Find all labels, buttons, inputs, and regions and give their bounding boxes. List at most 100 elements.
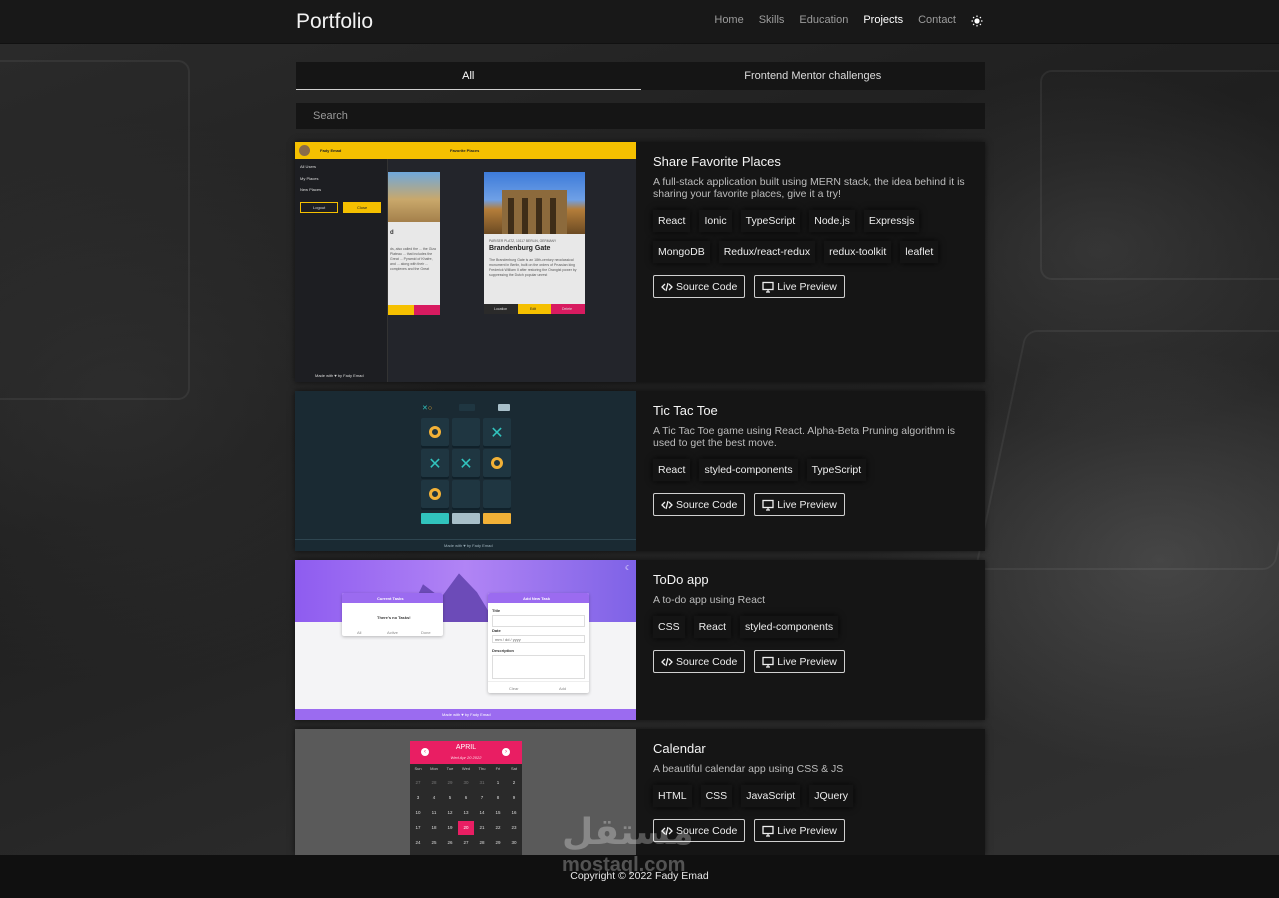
calendar-day[interactable]: 29 [490, 836, 506, 850]
calendar-weekday: Thu [478, 766, 486, 771]
calendar-day[interactable]: 30 [458, 776, 474, 790]
tag: Ionic [699, 210, 732, 232]
calendar-day[interactable]: 14 [474, 806, 490, 820]
nav-link-education[interactable]: Education [799, 14, 848, 26]
tic-tac-toe-cell[interactable] [483, 480, 511, 508]
calendar-day[interactable]: 2 [506, 776, 522, 790]
calendar-day[interactable]: 23 [506, 821, 522, 835]
calendar-day[interactable]: 25 [426, 836, 442, 850]
search-input[interactable] [296, 103, 985, 129]
tic-tac-toe-cell[interactable] [421, 480, 449, 508]
project-description: A Tic Tac Toe game using React. Alpha-Be… [653, 425, 955, 449]
tag: React [653, 459, 691, 481]
calendar-day[interactable]: 28 [474, 836, 490, 850]
thumb-add-task: Add New Task [523, 596, 551, 601]
tag: leaflet [900, 241, 939, 263]
calendar-month: APRIL [455, 744, 477, 751]
calendar-day[interactable]: 5 [442, 791, 458, 805]
thumb-date-placeholder: mm / dd / yyyy [495, 637, 521, 642]
thumb-footer: Made with ♥ by Fady Emad [442, 712, 491, 717]
tag: Redux/react-redux [718, 241, 816, 263]
thumb-filter: All [357, 630, 362, 635]
calendar-day[interactable]: 16 [506, 806, 522, 820]
calendar-day[interactable]: 11 [426, 806, 442, 820]
source-code-button[interactable]: Source Code [653, 493, 746, 516]
project-card-tic-tac-toe: ✕○ ✕ ✕ ✕ Made with ♥ by Fady Emad Tic Tac … [295, 391, 985, 551]
card-actions: Source Code Live Preview [653, 493, 971, 516]
tic-tac-toe-cell[interactable]: ✕ [421, 449, 449, 477]
calendar-day[interactable]: 24 [410, 836, 426, 850]
source-code-button[interactable]: Source Code [653, 275, 746, 298]
live-preview-button[interactable]: Live Preview [754, 650, 845, 673]
sun-icon[interactable] [971, 14, 983, 27]
calendar-weekday: Sat [510, 766, 517, 771]
project-thumbnail[interactable]: ☾ Current Tasks There's no Tasks! All Ac… [295, 560, 636, 720]
calendar-day[interactable]: 1 [490, 776, 506, 790]
calendar-day[interactable]: 15 [490, 806, 506, 820]
live-preview-label: Live Preview [777, 655, 837, 668]
calendar-day[interactable]: 6 [458, 791, 474, 805]
live-preview-button[interactable]: Live Preview [754, 275, 845, 298]
calendar-day[interactable]: 31 [474, 776, 490, 790]
tag: CSS [653, 616, 685, 638]
thumb-user: Fady Emad [320, 148, 342, 153]
nav-link-skills[interactable]: Skills [759, 14, 785, 26]
calendar-day[interactable]: 17 [410, 821, 426, 835]
tic-tac-toe-cell[interactable] [421, 418, 449, 446]
navbar: Portfolio Home Skills Education Projects… [0, 0, 1279, 44]
tic-tac-toe-cell[interactable] [483, 449, 511, 477]
calendar-day[interactable]: 13 [458, 806, 474, 820]
calendar-day[interactable]: 3 [410, 791, 426, 805]
calendar-day[interactable]: 8 [490, 791, 506, 805]
calendar-day[interactable]: 27 [410, 776, 426, 790]
thumb-add: Add [559, 686, 567, 691]
calendar-day[interactable]: 29 [442, 776, 458, 790]
tag: styled-components [699, 459, 798, 481]
calendar-day[interactable]: 26 [442, 836, 458, 850]
brand-logo[interactable]: Portfolio [296, 10, 373, 34]
tag: styled-components [740, 616, 839, 638]
calendar-day[interactable]: 27 [458, 836, 474, 850]
project-card-todo: ☾ Current Tasks There's no Tasks! All Ac… [295, 560, 985, 720]
calendar-day[interactable]: 21 [474, 821, 490, 835]
calendar-day[interactable]: 18 [426, 821, 442, 835]
calendar-day[interactable]: 10 [410, 806, 426, 820]
project-thumbnail[interactable]: Fady Emad Favorite Places All Users My P… [295, 142, 636, 382]
code-icon [661, 657, 673, 666]
calendar-day[interactable]: 4 [426, 791, 442, 805]
calendar-day[interactable]: 22 [490, 821, 506, 835]
thumb-menu-item: My Places [300, 176, 319, 181]
nav-link-home[interactable]: Home [714, 14, 743, 26]
calendar-day[interactable]: 20 [458, 821, 474, 835]
live-preview-button[interactable]: Live Preview [754, 493, 845, 516]
tag: Expressjs [863, 210, 920, 232]
monitor-icon [762, 281, 774, 293]
tic-tac-toe-board: ✕ ✕ ✕ [421, 418, 511, 508]
source-code-button[interactable]: Source Code [653, 650, 746, 673]
tic-tac-toe-cell[interactable]: ✕ [483, 418, 511, 446]
tab-frontend-mentor[interactable]: Frontend Mentor challenges [641, 62, 986, 90]
tic-tac-toe-cell[interactable]: ✕ [452, 449, 480, 477]
tab-all[interactable]: All [296, 62, 641, 90]
thumb-current-tasks: Current Tasks [377, 596, 404, 601]
thumb-desc-label: Description [492, 648, 515, 653]
calendar-day[interactable]: 19 [442, 821, 458, 835]
calendar-day[interactable]: 28 [426, 776, 442, 790]
live-preview-label: Live Preview [777, 498, 837, 511]
card-body: Tic Tac Toe A Tic Tac Toe game using Rea… [636, 391, 988, 551]
live-preview-button[interactable]: Live Preview [754, 819, 845, 842]
tic-tac-toe-cell[interactable] [452, 418, 480, 446]
thumb-footer: Made with ♥ by Fady Emad [444, 543, 493, 548]
calendar-day[interactable]: 9 [506, 791, 522, 805]
tic-tac-toe-cell[interactable] [452, 480, 480, 508]
nav-link-contact[interactable]: Contact [918, 14, 956, 26]
thumb-filter: Active [387, 630, 398, 635]
calendar-day[interactable]: 12 [442, 806, 458, 820]
calendar-day[interactable]: 7 [474, 791, 490, 805]
project-thumbnail[interactable]: ✕○ ✕ ✕ ✕ Made with ♥ by Fady Emad [295, 391, 636, 551]
o-mark-icon [429, 426, 441, 438]
mostaql-watermark: مستقل mostaql.com [562, 812, 722, 882]
calendar-weekday: Tue [446, 766, 454, 771]
calendar-day[interactable]: 30 [506, 836, 522, 850]
nav-link-projects[interactable]: Projects [863, 14, 903, 26]
